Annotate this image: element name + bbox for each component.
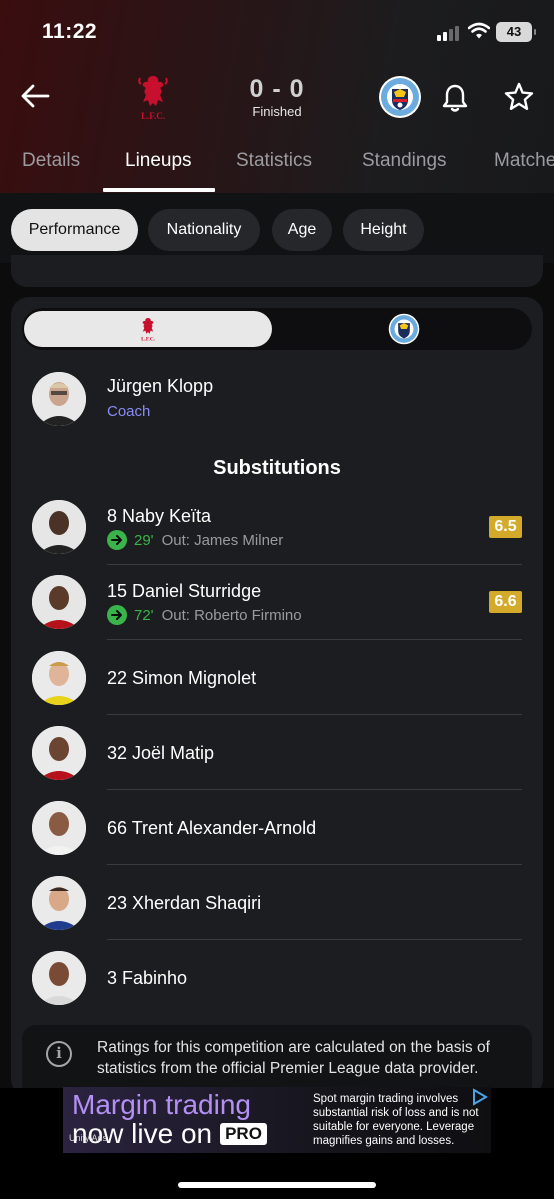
sub-minute: 72' [134,606,154,624]
previous-section-card [11,255,543,287]
filter-performance[interactable]: Performance [11,209,138,251]
player-name[interactable]: 3 Fabinho [107,968,187,989]
row-divider [107,939,522,940]
sub-minute: 29' [134,531,154,549]
filter-age[interactable]: Age [272,209,332,251]
back-arrow-icon[interactable] [17,78,53,114]
ad-network-label: Unity Ads [69,1133,108,1143]
player-avatar[interactable] [32,726,86,780]
sub-out-player: Out: James Milner [161,531,284,549]
player-rating-badge: 6.6 [489,591,522,613]
tab-details[interactable]: Details [22,150,80,172]
sub-in-arrow-icon [107,605,127,625]
ad-brand-badge: PRO [220,1123,267,1145]
row-divider [107,564,522,565]
home-indicator[interactable] [178,1182,376,1188]
info-icon [46,1041,72,1067]
coach-avatar[interactable] [32,372,86,426]
team-toggle-liverpool[interactable]: L.F.C. [24,311,272,347]
player-name[interactable]: 22 Simon Mignolet [107,668,256,689]
team-toggle: L.F.C. [22,308,532,350]
team-toggle-manchester-city[interactable] [280,311,528,347]
player-avatar[interactable] [32,651,86,705]
match-topbar: L.F.C. 0 - 0 Finished [0,60,554,135]
active-tab-indicator [103,188,215,192]
favorite-star-icon[interactable] [502,80,536,114]
row-divider [107,714,522,715]
svg-text:L.F.C.: L.F.C. [141,111,165,121]
player-name[interactable]: 8 Naby Keïta [107,506,211,527]
row-divider [107,864,522,865]
match-score: 0 - 0 [249,75,305,103]
player-name[interactable]: 66 Trent Alexander-Arnold [107,818,316,839]
status-time: 11:22 [42,20,98,43]
player-avatar[interactable] [32,951,86,1005]
manchester-city-crest-small-icon [388,313,420,345]
ad-headline: Margin trading [72,1089,251,1120]
substitutes-card [11,297,543,1097]
substitutions-heading: Substitutions [213,457,341,479]
tab-lineups[interactable]: Lineups [125,150,192,172]
player-name[interactable]: 32 Joël Matip [107,743,214,764]
substitution-detail: 29' Out: James Milner [107,530,283,550]
player-name[interactable]: 15 Daniel Sturridge [107,581,261,602]
row-divider [107,639,522,640]
wifi-icon [467,22,491,40]
player-avatar[interactable] [32,801,86,855]
match-status: Finished [252,104,302,119]
svg-text:L.F.C.: L.F.C. [141,337,156,343]
sub-out-player: Out: Roberto Firmino [161,606,302,624]
player-avatar[interactable] [32,876,86,930]
status-bar: 11:22 43 [0,0,554,60]
ad-banner[interactable]: Margin trading now live on PRO Spot marg… [63,1087,491,1153]
match-tabs: Details Lineups Statistics Standings Mat… [0,140,554,193]
ratings-info-text: Ratings for this competition are calcula… [97,1039,490,1077]
player-avatar[interactable] [32,500,86,554]
manchester-city-crest-icon[interactable] [378,75,422,119]
ad-disclaimer: Spot margin trading involves substantial… [313,1093,479,1147]
player-avatar[interactable] [32,575,86,629]
notification-bell-icon[interactable] [439,82,471,114]
coach-name[interactable]: Jürgen Klopp [107,376,213,397]
filter-nationality[interactable]: Nationality [148,209,260,251]
coach-role: Coach [107,403,151,420]
tab-matches[interactable]: Matches [494,150,554,172]
filter-height[interactable]: Height [343,209,424,251]
substitution-detail: 72' Out: Roberto Firmino [107,605,302,625]
ad-choices-icon[interactable] [470,1088,490,1106]
liverpool-crest-small-icon: L.F.C. [141,318,156,343]
cellular-signal-icon [437,25,463,41]
row-divider [107,789,522,790]
lineup-filters: Performance Nationality Age Height [0,193,554,263]
liverpool-crest-icon[interactable]: L.F.C. [132,72,174,122]
tab-statistics[interactable]: Statistics [236,150,312,172]
battery-indicator: 43 [496,22,536,42]
sub-in-arrow-icon [107,530,127,550]
tab-standings[interactable]: Standings [362,150,447,172]
player-rating-badge: 6.5 [489,516,522,538]
player-name[interactable]: 23 Xherdan Shaqiri [107,893,261,914]
